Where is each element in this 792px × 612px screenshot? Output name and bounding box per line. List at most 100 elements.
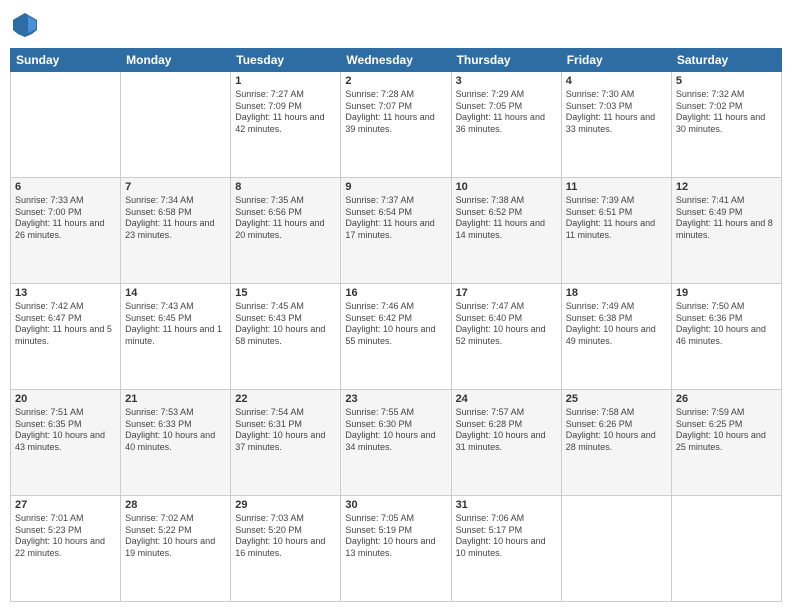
day-number: 4 <box>566 75 667 87</box>
day-number: 9 <box>345 181 446 193</box>
cell-info: Sunrise: 7:37 AM Sunset: 6:54 PM Dayligh… <box>345 195 446 242</box>
calendar-cell <box>11 72 121 178</box>
calendar-cell: 13 Sunrise: 7:42 AM Sunset: 6:47 PM Dayli… <box>11 284 121 390</box>
calendar-cell: 18 Sunrise: 7:49 AM Sunset: 6:38 PM Dayli… <box>561 284 671 390</box>
calendar-week-row: 27 Sunrise: 7:01 AM Sunset: 5:23 PM Dayli… <box>11 496 782 602</box>
cell-info: Sunrise: 7:35 AM Sunset: 6:56 PM Dayligh… <box>235 195 336 242</box>
calendar-cell: 14Sunrise: 7:43 AM Sunset: 6:45 PM Dayli… <box>121 284 231 390</box>
calendar-body: 1 Sunrise: 7:27 AM Sunset: 7:09 PM Daylig… <box>11 72 782 602</box>
cell-info: Sunrise: 7:01 AM Sunset: 5:23 PM Dayligh… <box>15 513 116 560</box>
calendar-cell: 6 Sunrise: 7:33 AM Sunset: 7:00 PM Daylig… <box>11 178 121 284</box>
cell-info: Sunrise: 7:03 AM Sunset: 5:20 PM Dayligh… <box>235 513 336 560</box>
cell-info: Sunrise: 7:29 AM Sunset: 7:05 PM Dayligh… <box>456 89 557 136</box>
day-header: Thursday <box>451 49 561 72</box>
day-number: 23 <box>345 393 446 405</box>
day-number: 22 <box>235 393 336 405</box>
day-number: 21 <box>125 393 226 405</box>
day-number: 15 <box>235 287 336 299</box>
calendar-cell: 19Sunrise: 7:50 AM Sunset: 6:36 PM Dayli… <box>671 284 781 390</box>
cell-info: Sunrise: 7:30 AM Sunset: 7:03 PM Dayligh… <box>566 89 667 136</box>
calendar-cell: 22 Sunrise: 7:54 AM Sunset: 6:31 PM Dayli… <box>231 390 341 496</box>
calendar-cell <box>561 496 671 602</box>
cell-info: Sunrise: 7:55 AM Sunset: 6:30 PM Dayligh… <box>345 407 446 454</box>
cell-info: Sunrise: 7:51 AM Sunset: 6:35 PM Dayligh… <box>15 407 116 454</box>
day-number: 12 <box>676 181 777 193</box>
day-number: 16 <box>345 287 446 299</box>
calendar-week-row: 13 Sunrise: 7:42 AM Sunset: 6:47 PM Dayli… <box>11 284 782 390</box>
calendar-cell <box>121 72 231 178</box>
day-number: 31 <box>456 499 557 511</box>
calendar-cell: 28 Sunrise: 7:02 AM Sunset: 5:22 PM Dayli… <box>121 496 231 602</box>
day-number: 28 <box>125 499 226 511</box>
calendar-week-row: 20Sunrise: 7:51 AM Sunset: 6:35 PM Dayli… <box>11 390 782 496</box>
cell-info: Sunrise: 7:58 AM Sunset: 6:26 PM Dayligh… <box>566 407 667 454</box>
header <box>10 10 782 40</box>
cell-info: Sunrise: 7:49 AM Sunset: 6:38 PM Dayligh… <box>566 301 667 348</box>
day-number: 18 <box>566 287 667 299</box>
day-number: 29 <box>235 499 336 511</box>
day-number: 10 <box>456 181 557 193</box>
day-number: 30 <box>345 499 446 511</box>
calendar-cell: 27 Sunrise: 7:01 AM Sunset: 5:23 PM Dayli… <box>11 496 121 602</box>
calendar-cell: 25Sunrise: 7:58 AM Sunset: 6:26 PM Dayli… <box>561 390 671 496</box>
calendar-cell: 12Sunrise: 7:41 AM Sunset: 6:49 PM Dayli… <box>671 178 781 284</box>
cell-info: Sunrise: 7:54 AM Sunset: 6:31 PM Dayligh… <box>235 407 336 454</box>
calendar-cell: 2Sunrise: 7:28 AM Sunset: 7:07 PM Daylig… <box>341 72 451 178</box>
calendar-cell: 3Sunrise: 7:29 AM Sunset: 7:05 PM Daylig… <box>451 72 561 178</box>
calendar-cell: 26 Sunrise: 7:59 AM Sunset: 6:25 PM Dayli… <box>671 390 781 496</box>
cell-info: Sunrise: 7:46 AM Sunset: 6:42 PM Dayligh… <box>345 301 446 348</box>
calendar-cell: 5 Sunrise: 7:32 AM Sunset: 7:02 PM Daylig… <box>671 72 781 178</box>
calendar-cell: 7Sunrise: 7:34 AM Sunset: 6:58 PM Daylig… <box>121 178 231 284</box>
day-number: 24 <box>456 393 557 405</box>
page: SundayMondayTuesdayWednesdayThursdayFrid… <box>0 0 792 612</box>
calendar-cell: 4 Sunrise: 7:30 AM Sunset: 7:03 PM Daylig… <box>561 72 671 178</box>
calendar-cell: 15Sunrise: 7:45 AM Sunset: 6:43 PM Dayli… <box>231 284 341 390</box>
cell-info: Sunrise: 7:47 AM Sunset: 6:40 PM Dayligh… <box>456 301 557 348</box>
calendar-cell: 20Sunrise: 7:51 AM Sunset: 6:35 PM Dayli… <box>11 390 121 496</box>
day-header: Tuesday <box>231 49 341 72</box>
cell-info: Sunrise: 7:33 AM Sunset: 7:00 PM Dayligh… <box>15 195 116 242</box>
calendar-cell: 1 Sunrise: 7:27 AM Sunset: 7:09 PM Daylig… <box>231 72 341 178</box>
day-number: 17 <box>456 287 557 299</box>
day-number: 6 <box>15 181 116 193</box>
day-number: 19 <box>676 287 777 299</box>
calendar-header-row: SundayMondayTuesdayWednesdayThursdayFrid… <box>11 49 782 72</box>
day-number: 8 <box>235 181 336 193</box>
calendar-cell: 21 Sunrise: 7:53 AM Sunset: 6:33 PM Dayli… <box>121 390 231 496</box>
calendar-cell: 8 Sunrise: 7:35 AM Sunset: 6:56 PM Daylig… <box>231 178 341 284</box>
calendar-cell: 10 Sunrise: 7:38 AM Sunset: 6:52 PM Dayli… <box>451 178 561 284</box>
cell-info: Sunrise: 7:59 AM Sunset: 6:25 PM Dayligh… <box>676 407 777 454</box>
day-header: Monday <box>121 49 231 72</box>
cell-info: Sunrise: 7:38 AM Sunset: 6:52 PM Dayligh… <box>456 195 557 242</box>
day-header: Friday <box>561 49 671 72</box>
day-number: 13 <box>15 287 116 299</box>
day-header: Sunday <box>11 49 121 72</box>
cell-info: Sunrise: 7:02 AM Sunset: 5:22 PM Dayligh… <box>125 513 226 560</box>
cell-info: Sunrise: 7:53 AM Sunset: 6:33 PM Dayligh… <box>125 407 226 454</box>
calendar-cell: 23 Sunrise: 7:55 AM Sunset: 6:30 PM Dayli… <box>341 390 451 496</box>
day-header: Wednesday <box>341 49 451 72</box>
calendar-cell: 30 Sunrise: 7:05 AM Sunset: 5:19 PM Dayli… <box>341 496 451 602</box>
cell-info: Sunrise: 7:39 AM Sunset: 6:51 PM Dayligh… <box>566 195 667 242</box>
day-number: 7 <box>125 181 226 193</box>
day-number: 1 <box>235 75 336 87</box>
day-number: 27 <box>15 499 116 511</box>
day-number: 14 <box>125 287 226 299</box>
calendar-week-row: 6 Sunrise: 7:33 AM Sunset: 7:00 PM Daylig… <box>11 178 782 284</box>
cell-info: Sunrise: 7:42 AM Sunset: 6:47 PM Dayligh… <box>15 301 116 348</box>
calendar-cell: 24Sunrise: 7:57 AM Sunset: 6:28 PM Dayli… <box>451 390 561 496</box>
day-number: 5 <box>676 75 777 87</box>
cell-info: Sunrise: 7:32 AM Sunset: 7:02 PM Dayligh… <box>676 89 777 136</box>
day-number: 26 <box>676 393 777 405</box>
calendar-cell: 16 Sunrise: 7:46 AM Sunset: 6:42 PM Dayli… <box>341 284 451 390</box>
cell-info: Sunrise: 7:06 AM Sunset: 5:17 PM Dayligh… <box>456 513 557 560</box>
cell-info: Sunrise: 7:05 AM Sunset: 5:19 PM Dayligh… <box>345 513 446 560</box>
calendar-cell: 29 Sunrise: 7:03 AM Sunset: 5:20 PM Dayli… <box>231 496 341 602</box>
cell-info: Sunrise: 7:27 AM Sunset: 7:09 PM Dayligh… <box>235 89 336 136</box>
calendar-cell <box>671 496 781 602</box>
logo <box>10 10 44 40</box>
day-number: 11 <box>566 181 667 193</box>
calendar-cell: 31 Sunrise: 7:06 AM Sunset: 5:17 PM Dayli… <box>451 496 561 602</box>
day-header: Saturday <box>671 49 781 72</box>
calendar-cell: 11 Sunrise: 7:39 AM Sunset: 6:51 PM Dayli… <box>561 178 671 284</box>
